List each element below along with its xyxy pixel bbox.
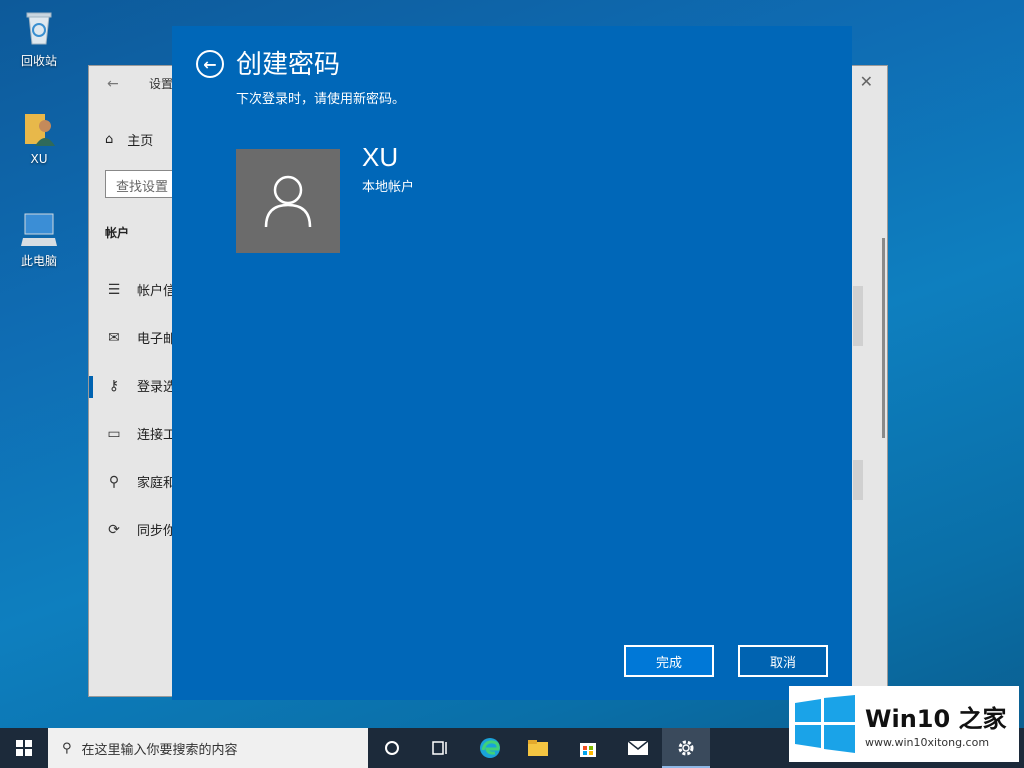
- home-label: 主页: [127, 134, 154, 149]
- sidebar-item-label: 同步你: [137, 524, 177, 539]
- edge-icon[interactable]: [466, 728, 514, 768]
- back-arrow-icon[interactable]: ←: [107, 76, 119, 92]
- mail-icon: ✉: [108, 329, 120, 346]
- search-icon: ⚲: [62, 740, 72, 756]
- cortana-icon[interactable]: [368, 728, 416, 768]
- sidebar-item-label: 家庭和: [137, 476, 177, 491]
- avatar: [236, 149, 340, 253]
- sidebar-item-label: 连接工: [137, 428, 177, 443]
- windows-logo-icon: [795, 695, 855, 753]
- task-view-icon[interactable]: [416, 728, 464, 768]
- person-add-icon: ⚲: [108, 473, 120, 490]
- desktop-icon-label: 此电脑: [20, 254, 57, 268]
- user-name: XU: [362, 142, 399, 172]
- sidebar-item-account-info[interactable]: ☰ 帐户信: [105, 280, 177, 300]
- panel-stub: [853, 460, 863, 500]
- briefcase-icon: ▭: [107, 425, 121, 442]
- cancel-button[interactable]: 取消: [738, 645, 828, 677]
- taskbar-search-box[interactable]: ⚲ 在这里输入你要搜索的内容: [48, 728, 368, 768]
- person-card-icon: ☰: [107, 281, 121, 298]
- taskbar-search-placeholder: 在这里输入你要搜索的内容: [81, 742, 238, 758]
- sidebar-item-label: 电子邮: [137, 332, 177, 347]
- sidebar-item-work[interactable]: ▭ 连接工: [105, 424, 177, 444]
- settings-gear-icon[interactable]: [662, 728, 710, 768]
- close-icon[interactable]: ✕: [860, 72, 873, 91]
- sidebar-item-sync[interactable]: ⟳ 同步你: [105, 520, 177, 540]
- user-avatar-icon: [264, 175, 312, 228]
- desktop-icon-recycle-bin[interactable]: 回收站: [14, 8, 64, 69]
- watermark-text: Win10 之家 www.win10xitong.com: [865, 699, 1007, 749]
- back-circle-icon[interactable]: ←: [196, 50, 224, 78]
- desktop-icon-label: XU: [30, 152, 48, 166]
- sidebar-item-family[interactable]: ⚲ 家庭和: [105, 472, 177, 492]
- settings-home-link[interactable]: ⌂ 主页: [105, 130, 153, 149]
- store-icon[interactable]: [564, 728, 612, 768]
- watermark-name: Win10 之家: [865, 705, 1007, 733]
- sync-icon: ⟳: [108, 521, 120, 538]
- scrollbar[interactable]: [882, 238, 885, 438]
- watermark-url: www.win10xitong.com: [865, 736, 990, 749]
- desktop-icon-user-folder[interactable]: XU: [14, 108, 64, 166]
- watermark: Win10 之家 www.win10xitong.com: [789, 686, 1019, 762]
- active-indicator: [89, 376, 93, 398]
- start-button[interactable]: [0, 728, 48, 768]
- user-folder-icon: [19, 108, 59, 148]
- this-pc-icon: [19, 208, 59, 248]
- file-explorer-icon[interactable]: [514, 728, 562, 768]
- sidebar-item-label: 帐户信: [137, 284, 177, 299]
- sidebar-item-label: 登录选: [137, 380, 177, 395]
- windows-logo-icon: [16, 740, 32, 756]
- settings-title: 设置: [149, 77, 174, 91]
- account-type: 本地帐户: [362, 180, 415, 195]
- sidebar-item-email[interactable]: ✉ 电子邮: [105, 328, 177, 348]
- recycle-bin-icon: [19, 8, 59, 48]
- panel-stub: [853, 286, 863, 346]
- key-icon: ⚷: [108, 377, 120, 394]
- home-icon: ⌂: [105, 132, 114, 147]
- dialog-title: 创建密码: [236, 50, 341, 80]
- mail-icon[interactable]: [614, 728, 662, 768]
- finish-button[interactable]: 完成: [624, 645, 714, 677]
- desktop-icon-label: 回收站: [20, 54, 57, 68]
- sidebar-item-sign-in[interactable]: ⚷ 登录选: [105, 376, 177, 396]
- section-heading: 帐户: [105, 226, 130, 240]
- desktop-icon-this-pc[interactable]: 此电脑: [14, 208, 64, 269]
- dialog-subtitle: 下次登录时，请使用新密码。: [236, 92, 406, 107]
- create-password-dialog: ← 创建密码 下次登录时，请使用新密码。 XU 本地帐户 完成 取消: [172, 26, 852, 700]
